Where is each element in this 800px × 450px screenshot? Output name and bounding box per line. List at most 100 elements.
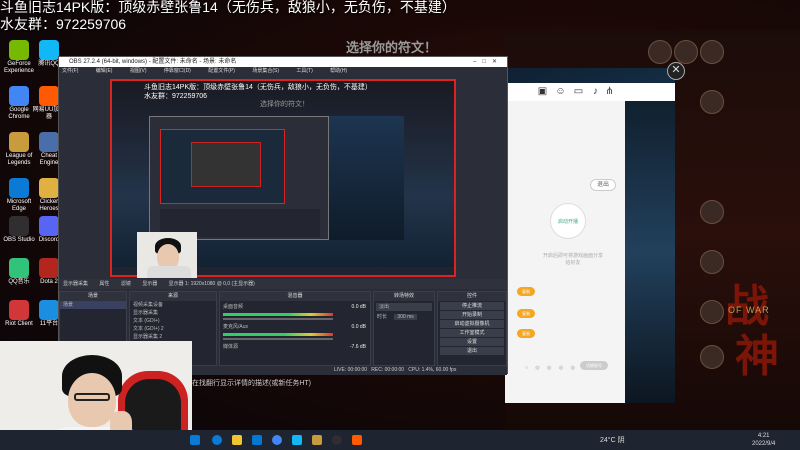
champion-portrait[interactable] [648,40,672,64]
bell-icon[interactable]: ♪ [590,86,601,97]
virtual-camera-button[interactable]: 启动虚拟摄像机 [440,320,504,328]
mixer-channel-media: 媒体源 -7.6 dB [220,343,370,351]
champion-portrait[interactable] [700,300,724,324]
desktop-icon-label: QQ音乐 [8,279,30,285]
scene-item[interactable]: 场景 [60,301,126,309]
champion-portrait[interactable] [700,200,724,224]
menu-profile[interactable]: 配置文件(P) [208,68,235,74]
folder-icon[interactable] [232,435,242,445]
stream-id: 水友群：972259706 [0,16,127,32]
stop-streaming-button[interactable]: 停止推流 [440,302,504,310]
studio-mode-button[interactable]: 工作室模式 [440,329,504,337]
mixer-meter[interactable] [220,311,370,323]
game-subtitle: OF WAR [728,305,770,315]
transition-duration-row: 时长 300 ms [374,313,434,321]
user-icon[interactable]: ☺ [555,86,566,97]
desktop-icon[interactable]: League of Legends [2,132,36,167]
transition-select[interactable]: 淡出 [376,303,432,311]
transitions-dock: 转场特效 淡出 时长 300 ms [373,291,435,366]
lol-icon[interactable] [312,435,322,445]
desktop-icon[interactable]: OBS Studio [2,216,36,244]
chat-icon[interactable]: ▭ [573,86,584,97]
share-icon[interactable]: ⋔ [604,86,615,97]
start-icon[interactable] [190,435,200,445]
app-icon[interactable] [352,435,362,445]
app-icon [39,86,59,106]
menu-file[interactable]: 文件(F) [62,68,78,74]
desktop: 战 OF WAR 神 选择你的符文！ ▣ ☺ ▭ ♪ ⋔ 退出 启动开播 开启后… [0,0,800,450]
weather[interactable]: 24°C 阴 [600,435,625,445]
champion-portrait[interactable] [700,90,724,114]
source-item[interactable]: 显示器采集 2 [130,333,216,341]
mixer-level-mic: 0.0 dB [351,324,366,330]
mixer-channel-label: 麦克风/Aux [223,324,249,330]
mixer-meter[interactable] [220,331,370,343]
lock-icon[interactable]: ▣ [537,86,548,97]
switch-account-button[interactable]: 切换账号 [580,361,608,370]
champion-portrait[interactable] [700,345,724,369]
desktop-icon-label: OBS Studio [3,237,35,243]
properties-button[interactable]: 属性 [99,281,109,287]
filters-button[interactable]: 滤镜 [121,281,131,287]
chrome-icon[interactable] [272,435,282,445]
store-icon[interactable] [252,435,262,445]
preview-game-panel [329,116,404,240]
menu-edit[interactable]: 编辑(E) [96,68,113,74]
desktop-icon-label: Microsoft Edge [6,199,32,212]
champion-portrait[interactable] [700,250,724,274]
volume-meter [223,333,333,336]
rec-time: REC: 00:00:00 [371,367,405,373]
desktop-icon[interactable]: QQ音乐 [2,258,36,286]
desktop-icon[interactable]: Google Chrome [2,86,36,121]
display-label: 显示器 [142,281,158,287]
obs-source-toolbar: 显示器采集 属性 滤镜 显示器 显示器 1: 1920x1080 @ 0,0 (… [59,279,507,289]
clock[interactable]: 4:21 2022/9/4 [752,432,775,448]
desktop-icon[interactable]: Riot Client [2,300,36,328]
menu-scene-collection[interactable]: 场景集合(S) [252,68,279,74]
menu-tools[interactable]: 工具(T) [296,68,312,74]
exit-button[interactable]: 退出 [590,179,616,191]
menu-docks[interactable]: 停靠窗口(D) [164,68,191,74]
app-icon [9,258,29,278]
close-icon[interactable]: ✕ [667,62,685,80]
source-item[interactable]: 文本 (GDI+) 2 [130,325,216,333]
nested-preview-inner [191,142,261,187]
obs-icon[interactable] [332,435,342,445]
taskbar: 24°C 阴 4:21 2022/9/4 [0,430,800,450]
app-icon [9,132,29,152]
duration-input[interactable]: 300 ms [394,314,417,320]
glasses [74,393,110,401]
volume-slider[interactable] [223,318,333,320]
menu-help[interactable]: 帮助(H) [330,68,347,74]
volume-meter [223,313,333,316]
dialog-body: 退出 启动开播 开启后即可将游戏画面分享给好友 复制 复制 复制 ○ ◎ ◎ ◎… [505,101,625,403]
source-item[interactable]: 视频采集设备 [130,301,216,309]
game-logo-second: 神 [735,331,779,382]
selected-source: 显示器采集 [63,281,89,287]
display-select[interactable]: 显示器 1: 1920x1080 @ 0,0 (主显示器) [169,281,255,287]
settings-button[interactable]: 设置 [440,338,504,346]
copy-pill[interactable]: 复制 [517,287,535,296]
dialog-game-art [625,101,675,403]
volume-slider[interactable] [223,338,333,340]
desktop-icon[interactable]: GeForce Experience [2,40,36,75]
app-icon [9,216,29,236]
source-item[interactable]: 显示器采集 [130,309,216,317]
qq-icon[interactable] [292,435,302,445]
source-item[interactable]: 文本 (GDI+) [130,317,216,325]
champion-portrait[interactable] [674,40,698,64]
start-recording-button[interactable]: 开始录制 [440,311,504,319]
mixer-dock: 混音器 桌面音频 0.0 dB 麦克风/Aux 0.0 dB 媒体源 -7.6 … [219,291,371,366]
streaming-dialog: ▣ ☺ ▭ ♪ ⋔ 退出 启动开播 开启后即可将游戏画面分享给好友 复制 复制 … [505,68,675,403]
edge-icon[interactable] [212,435,222,445]
obs-window: OBS 27.2.4 (64-bit, windows) - 配置文件: 未命名… [58,56,508,375]
choose-rune-text: 选择你的符文！ [346,40,438,55]
start-broadcast-button[interactable]: 启动开播 [550,203,586,239]
copy-pill[interactable]: 复制 [517,309,535,318]
copy-pill[interactable]: 复制 [517,329,535,338]
window-controls[interactable]: –□✕ [473,57,503,67]
menu-view[interactable]: 视图(V) [130,68,147,74]
exit-obs-button[interactable]: 退出 [440,347,504,355]
desktop-icon[interactable]: Microsoft Edge [2,178,36,213]
champion-portrait[interactable] [700,40,724,64]
